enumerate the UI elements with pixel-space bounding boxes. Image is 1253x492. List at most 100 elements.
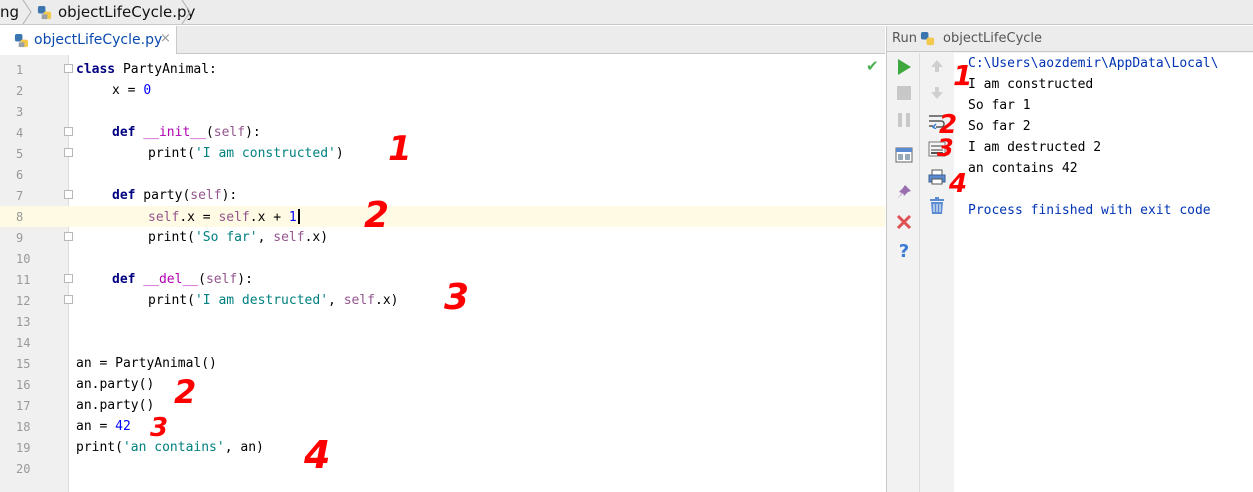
python-file-icon: [920, 31, 935, 48]
line-number: 5: [16, 147, 24, 161]
code-line: 1 class PartyAnimal:: [0, 59, 885, 80]
annotation-number: 4: [949, 169, 968, 199]
breadcrumb: ng objectLifeCycle.py: [0, 0, 1253, 25]
run-config-name: objectLifeCycle: [943, 31, 1043, 46]
code-line-current: 8 self.x = self.x + 1: [0, 206, 885, 227]
line-number: 19: [16, 441, 31, 455]
code-line: 9 print('So far', self.x): [0, 227, 885, 248]
editor-tabbar: objectLifeCycle.py ×: [0, 26, 885, 54]
code-text: an.party(): [76, 377, 155, 392]
annotation-number: 2: [364, 195, 390, 236]
line-number: 2: [16, 84, 24, 98]
fold-icon[interactable]: [64, 64, 73, 73]
line-number: 15: [16, 357, 31, 371]
annotation-number: 4: [304, 433, 331, 477]
code-text: print('an contains', an): [76, 440, 264, 455]
console-line: an contains 42: [968, 161, 1078, 176]
line-number: 9: [16, 231, 24, 245]
fold-icon[interactable]: [64, 148, 73, 157]
line-number: 6: [16, 168, 24, 182]
code-line: 16 an.party(): [0, 374, 885, 395]
annotation-number: 1: [388, 129, 412, 169]
console-line: So far 2: [968, 119, 1031, 134]
line-number: 13: [16, 315, 31, 329]
line-number: 17: [16, 399, 31, 413]
code-line: 18 an = 42: [0, 416, 885, 437]
annotation-number: 2: [174, 373, 197, 411]
run-header: Run objectLifeCycle: [887, 26, 1253, 52]
line-number: 4: [16, 126, 24, 140]
console-line: I am destructed 2: [968, 140, 1102, 155]
fold-icon[interactable]: [64, 295, 73, 304]
run-toolbar-primary: ?: [887, 53, 920, 492]
code-line: 19 print('an contains', an): [0, 437, 885, 458]
code-text: an.party(): [76, 398, 155, 413]
run-console[interactable]: C:\Users\aozdemir\AppData\Local\ I am co…: [954, 53, 1253, 492]
console-line: Process finished with exit code: [968, 203, 1211, 218]
line-number: 7: [16, 189, 24, 203]
console-line: I am constructed: [968, 77, 1094, 92]
code-line: 14: [0, 332, 885, 353]
code-text: an = PartyAnimal(): [76, 356, 217, 371]
console-line: C:\Users\aozdemir\AppData\Local\: [968, 56, 1219, 71]
print-icon[interactable]: [927, 169, 947, 189]
line-number: 12: [16, 294, 31, 308]
pause-icon[interactable]: [894, 112, 914, 132]
code-text: class PartyAnimal:: [76, 62, 217, 77]
stop-icon[interactable]: [894, 85, 914, 105]
help-icon[interactable]: ?: [894, 242, 914, 262]
tab-objectlifecycle[interactable]: objectLifeCycle.py ×: [0, 26, 177, 54]
arrow-down-icon[interactable]: [927, 85, 947, 105]
code-editor[interactable]: ✔ 1 class PartyAnimal: 2 x = 0 3 4 def _…: [0, 55, 885, 492]
code-text: self.x = self.x + 1: [148, 209, 300, 225]
code-line: 12 print('I am destructed', self.x): [0, 290, 885, 311]
code-line: 7 def party(self):: [0, 185, 885, 206]
tab-label: objectLifeCycle.py: [34, 32, 163, 48]
code-line: 5 print('I am constructed'): [0, 143, 885, 164]
text-caret: [297, 209, 300, 224]
code-text: print('I am constructed'): [148, 146, 344, 161]
run-header-label: Run: [892, 31, 917, 46]
python-file-icon: [14, 33, 29, 50]
line-number: 1: [16, 63, 24, 77]
line-number: 10: [16, 252, 31, 266]
line-number: 11: [16, 273, 31, 287]
annotation-number: 1: [953, 59, 973, 92]
code-line: 15 an = PartyAnimal(): [0, 353, 885, 374]
code-text: def __del__(self):: [112, 272, 253, 287]
code-line: 10: [0, 248, 885, 269]
python-file-icon: [37, 4, 52, 22]
fold-icon[interactable]: [64, 232, 73, 241]
console-line: So far 1: [968, 98, 1031, 113]
code-line: 20: [0, 458, 885, 479]
breadcrumb-separator-icon: [22, 0, 32, 24]
code-line: 2 x = 0: [0, 80, 885, 101]
code-line: 11 def __del__(self):: [0, 269, 885, 290]
close-icon[interactable]: [894, 214, 914, 234]
fold-icon[interactable]: [64, 274, 73, 283]
annotation-number: 3: [937, 134, 954, 162]
arrow-up-icon[interactable]: [927, 58, 947, 78]
line-number: 16: [16, 378, 31, 392]
play-icon[interactable]: [894, 58, 914, 78]
line-number: 3: [16, 105, 24, 119]
code-text: def party(self):: [112, 188, 238, 203]
annotation-number: 3: [444, 277, 470, 318]
pin-icon[interactable]: [894, 184, 914, 204]
breadcrumb-item-file[interactable]: objectLifeCycle.py: [58, 3, 195, 21]
code-text: an = 42: [76, 419, 131, 434]
line-number: 18: [16, 420, 31, 434]
code-line: 17 an.party(): [0, 395, 885, 416]
line-number: 8: [16, 210, 24, 224]
breadcrumb-separator-icon: [181, 0, 191, 24]
trash-icon[interactable]: [927, 197, 947, 217]
fold-icon[interactable]: [64, 127, 73, 136]
close-icon[interactable]: ×: [160, 31, 171, 46]
fold-icon[interactable]: [64, 190, 73, 199]
code-line: 3: [0, 101, 885, 122]
line-number: 14: [16, 336, 31, 350]
code-line: 13: [0, 311, 885, 332]
breadcrumb-item-project[interactable]: ng: [0, 3, 19, 21]
layout-icon[interactable]: [894, 147, 914, 167]
code-text: print('So far', self.x): [148, 230, 329, 245]
